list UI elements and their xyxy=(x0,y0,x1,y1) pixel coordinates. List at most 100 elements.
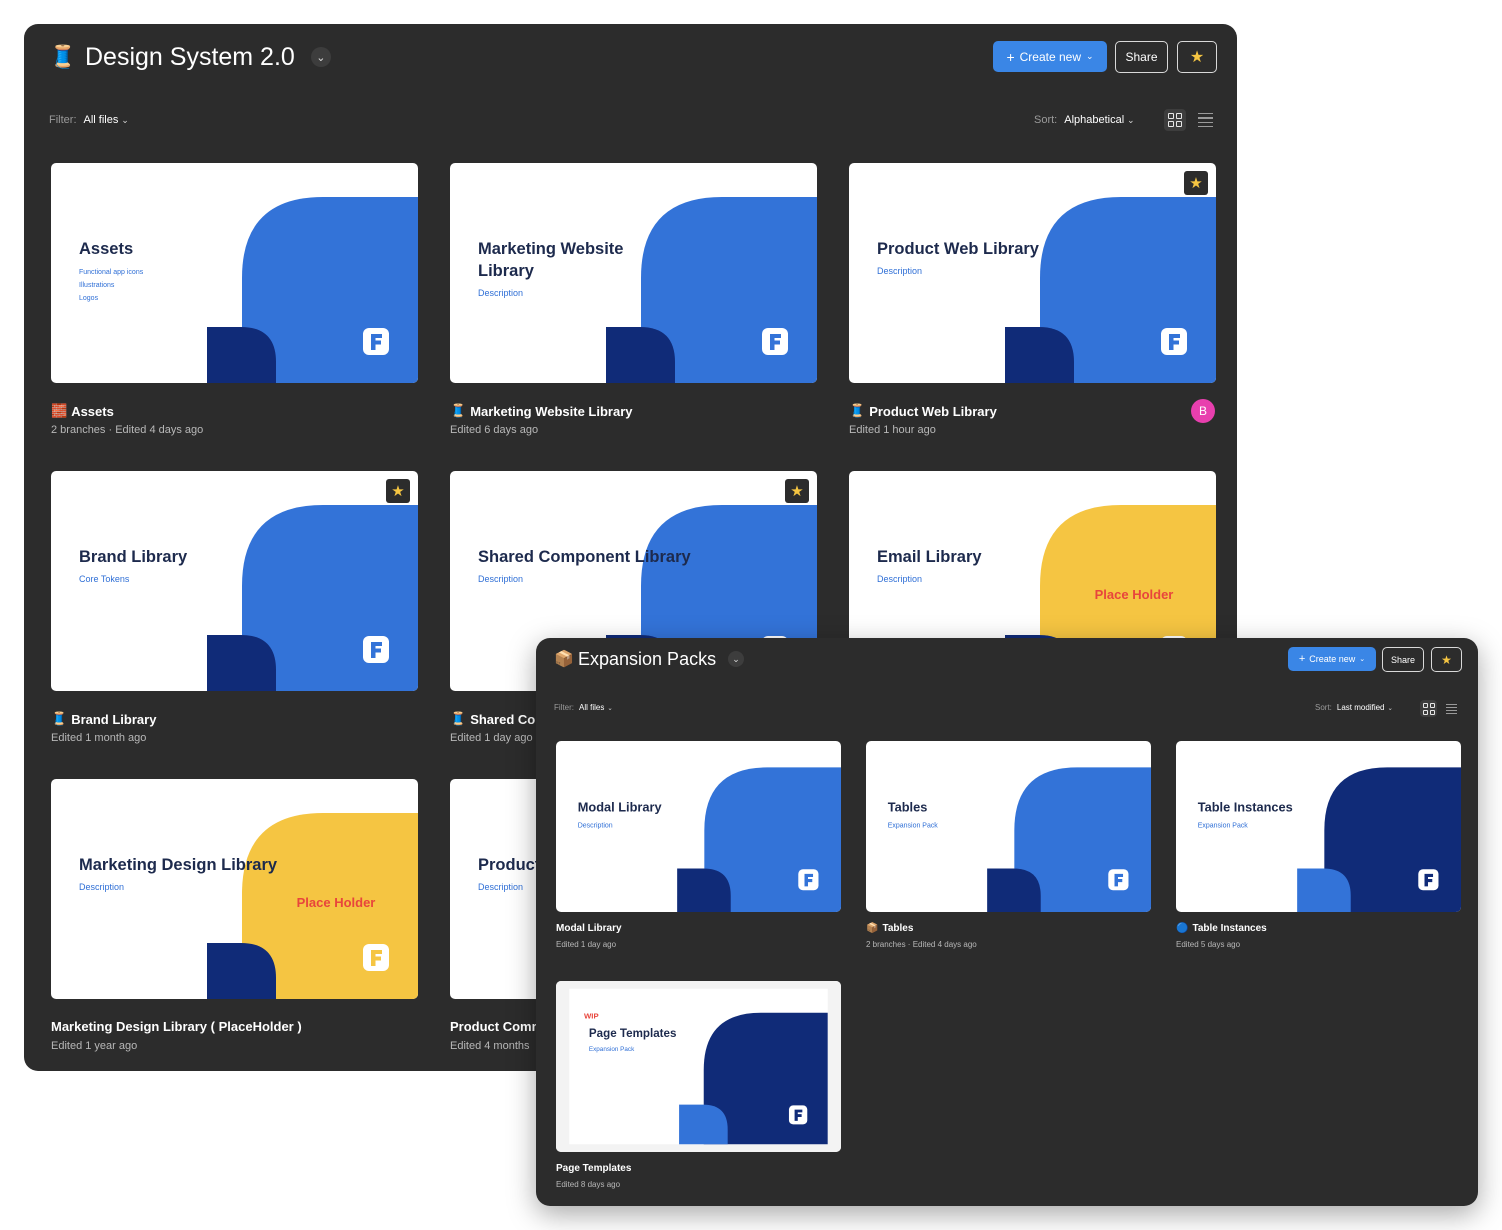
list-icon xyxy=(1446,703,1457,714)
file-thumbnail[interactable]: Product Web Library Description xyxy=(849,163,1216,383)
file-name-text: Product Web Library xyxy=(869,403,997,419)
file-name[interactable]: 📦 Tables xyxy=(866,923,913,934)
file-meta: Edited 1 hour ago xyxy=(849,424,936,436)
file-card[interactable]: Marketing Design Library Description Place… xyxy=(51,779,418,1069)
file-name[interactable]: 🧵 Marketing Website Library xyxy=(450,403,633,419)
filter-dropdown[interactable]: Filter: All files ⌄ xyxy=(49,114,129,126)
spool-icon: 🧵 xyxy=(450,711,467,726)
file-name-text: Marketing Design Library ( PlaceHolder ) xyxy=(51,1019,302,1034)
create-new-button[interactable]: + Create new ⌄ xyxy=(993,41,1107,72)
file-thumbnail[interactable]: Brand Library Core Tokens xyxy=(51,471,418,691)
list-view-toggle[interactable] xyxy=(1443,700,1460,717)
avatar[interactable]: B xyxy=(1191,399,1215,423)
file-name[interactable]: 🧱 Assets xyxy=(51,403,114,419)
chevron-down-icon[interactable]: ⌄ xyxy=(310,47,331,67)
file-thumbnail[interactable]: Table Instances Expansion Pack xyxy=(1176,741,1461,912)
thumbnail-art: WIP Page Templates Expansion Pack xyxy=(556,981,841,1152)
grid-icon xyxy=(1422,702,1435,715)
thumbnail-title: Product xyxy=(478,856,541,874)
list-view-toggle[interactable] xyxy=(1194,109,1216,131)
file-name[interactable]: 🧵 Product Web Library xyxy=(849,403,997,419)
file-name-text: Assets xyxy=(71,403,114,419)
chevron-down-icon[interactable]: ⌄ xyxy=(728,651,745,667)
favorite-button[interactable]: ★ xyxy=(1431,647,1462,672)
thumbnail-shape-small xyxy=(207,943,276,999)
file-name[interactable]: 🧵 Brand Library xyxy=(51,711,156,727)
file-card[interactable]: WIP Page Templates Expansion Pack Page Temp… xyxy=(556,981,841,1202)
thumbnail-art: Assets Functional app icons Illustrations L… xyxy=(79,197,418,383)
thumbnail-shape-small xyxy=(1005,327,1074,383)
thumbnail-subtitle: Expansion Pack xyxy=(888,822,939,829)
spool-icon: 🧵 xyxy=(450,403,467,418)
sort-value: Last modified xyxy=(1336,703,1385,712)
favorite-star-badge[interactable]: ★ xyxy=(1184,171,1208,195)
thumbnail-shape-small xyxy=(606,327,675,383)
sort-dropdown[interactable]: Sort: Last modified ⌄ xyxy=(1315,703,1393,712)
f-logo-icon xyxy=(363,944,389,971)
f-logo-icon xyxy=(762,328,788,355)
thumbnail-shape-small xyxy=(207,635,276,691)
file-name-text: Marketing Website Library xyxy=(470,403,633,419)
create-new-label: Create new xyxy=(1309,654,1356,664)
chevron-down-icon: ⌄ xyxy=(1127,114,1135,125)
thumbnail-title: Marketing Website xyxy=(478,240,623,258)
file-name[interactable]: Product Comm xyxy=(450,1019,543,1034)
sort-label: Sort: xyxy=(1034,114,1058,126)
thumbnail-art: Modal Library Description xyxy=(578,767,841,912)
thumbnail-title: Tables xyxy=(888,800,928,815)
thumbnail-subtitle: Description xyxy=(877,266,922,276)
share-button[interactable]: Share xyxy=(1382,647,1424,672)
thumbnail-art: Tables Expansion Pack xyxy=(888,767,1151,912)
thumbnail-subtitle: Description xyxy=(877,574,922,584)
filter-dropdown[interactable]: Filter: All files ⌄ xyxy=(554,703,613,712)
grid-view-toggle[interactable] xyxy=(1164,109,1186,131)
thumbnail-title: Modal Library xyxy=(578,800,663,815)
file-name[interactable]: Marketing Design Library ( PlaceHolder ) xyxy=(51,1019,302,1034)
file-thumbnail[interactable]: Assets Functional app icons Illustrations L… xyxy=(51,163,418,383)
spool-icon: 🧵 xyxy=(49,44,77,69)
file-thumbnail[interactable]: Marketing Website Library Description xyxy=(450,163,817,383)
thumbnail-title: Email Library xyxy=(877,548,982,566)
sort-dropdown[interactable]: Sort: Alphabetical ⌄ xyxy=(1034,114,1135,126)
share-button[interactable]: Share xyxy=(1115,41,1168,73)
chevron-down-icon: ⌄ xyxy=(1387,704,1393,712)
thumbnail-title: Shared Component Library xyxy=(478,548,692,566)
create-new-button[interactable]: + Create new ⌄ xyxy=(1288,647,1376,671)
file-name-text: Brand Library xyxy=(71,711,157,727)
grid-icon xyxy=(1168,113,1182,127)
favorite-star-badge[interactable]: ★ xyxy=(386,479,410,503)
file-name[interactable]: 🧵 Shared Con xyxy=(450,711,543,727)
file-meta: Edited 1 year ago xyxy=(51,1040,138,1052)
file-card[interactable]: Table Instances Expansion Pack 🔵 Table Inst… xyxy=(1176,741,1461,962)
thumbnail-title: Library xyxy=(478,262,535,280)
thumbnail-subtitle: Expansion Pack xyxy=(589,1046,635,1053)
spool-icon: 🧵 xyxy=(51,711,68,726)
thumbnail-title: Product Web Library xyxy=(877,240,1040,258)
file-card[interactable]: Product Web Library Description ★ 🧵 Product … xyxy=(849,163,1216,453)
file-meta: Edited 5 days ago xyxy=(1176,940,1241,949)
file-thumbnail[interactable]: Marketing Design Library Description Place… xyxy=(51,779,418,999)
thumbnail-shape-small xyxy=(987,868,1041,912)
file-name[interactable]: 🔵 Table Instances xyxy=(1176,923,1267,934)
file-thumbnail[interactable]: WIP Page Templates Expansion Pack xyxy=(556,981,841,1152)
file-name[interactable]: Modal Library xyxy=(556,923,622,934)
file-card[interactable]: Modal Library Description Modal Library Edi… xyxy=(556,741,841,962)
f-logo-icon xyxy=(1161,328,1187,355)
favorite-button[interactable]: ★ xyxy=(1177,41,1217,73)
thumbnail-subtitle: Functional app icons xyxy=(79,269,144,276)
star-icon: ★ xyxy=(391,483,405,500)
share-label: Share xyxy=(1125,50,1158,64)
file-name-text: Shared Con xyxy=(470,711,544,727)
file-card[interactable]: Assets Functional app icons Illustrations L… xyxy=(51,163,418,453)
favorite-star-badge[interactable]: ★ xyxy=(785,479,809,503)
file-card[interactable]: Marketing Website Library Description 🧵 Mark… xyxy=(450,163,817,453)
file-card[interactable]: Tables Expansion Pack 📦 Tables 2 branches · … xyxy=(866,741,1151,962)
grid-view-toggle[interactable] xyxy=(1420,700,1437,717)
file-name[interactable]: Page Templates xyxy=(556,1163,631,1174)
page-title-text: Design System 2.0 xyxy=(85,42,295,71)
file-meta: 2 branches · Edited 4 days ago xyxy=(51,424,204,436)
file-thumbnail[interactable]: Tables Expansion Pack xyxy=(866,741,1151,912)
file-thumbnail[interactable]: Modal Library Description xyxy=(556,741,841,912)
file-card[interactable]: Brand Library Core Tokens ★ 🧵 Brand Library E… xyxy=(51,471,418,761)
f-logo-icon xyxy=(1108,869,1129,891)
